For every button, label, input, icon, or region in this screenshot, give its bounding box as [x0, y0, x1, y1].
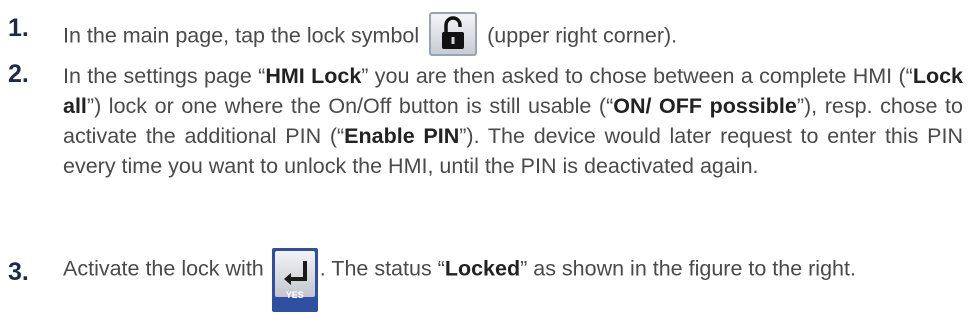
step-text-part: . The status “: [319, 256, 445, 281]
emphasis-text: HMI Lock: [265, 64, 362, 88]
step-text-part: ”) lock or one where the On/Off button i…: [86, 94, 614, 118]
step-text-part: ” you are then asked to chose between a …: [361, 64, 913, 88]
emphasis-text: Locked: [444, 256, 521, 281]
step-text-part: Activate the lock with: [63, 256, 264, 281]
step-number: 3.: [8, 258, 29, 286]
emphasis-text: ON/ OFF possible: [613, 94, 797, 118]
step-text-part: In the settings page “: [63, 64, 266, 88]
step-text: In the settings page “HMI Lock” you are …: [63, 61, 963, 181]
step-text-part: In the main page, tap the lock symbol: [63, 23, 420, 48]
step-3: 3. Activate the lock with YES . The stat…: [0, 238, 970, 328]
step-text: In the main page, tap the lock symbol (u…: [63, 12, 963, 59]
emphasis-text: Enable PIN: [344, 124, 460, 148]
step-1: 1. In the main page, tap the lock symbol…: [0, 6, 970, 56]
enter-yes-icon: YES: [271, 248, 318, 312]
step-text-part: (upper right corner).: [487, 23, 678, 48]
step-text: Activate the lock with YES . The status …: [63, 238, 963, 312]
step-text-part: ” as shown in the figure to the right.: [520, 256, 856, 281]
step-number: 1.: [8, 14, 29, 42]
step-number: 2.: [8, 60, 29, 88]
yes-label: YES: [285, 290, 304, 300]
step-2: 2. In the settings page “HMI Lock” you a…: [0, 56, 970, 206]
lock-open-icon: [429, 12, 478, 56]
